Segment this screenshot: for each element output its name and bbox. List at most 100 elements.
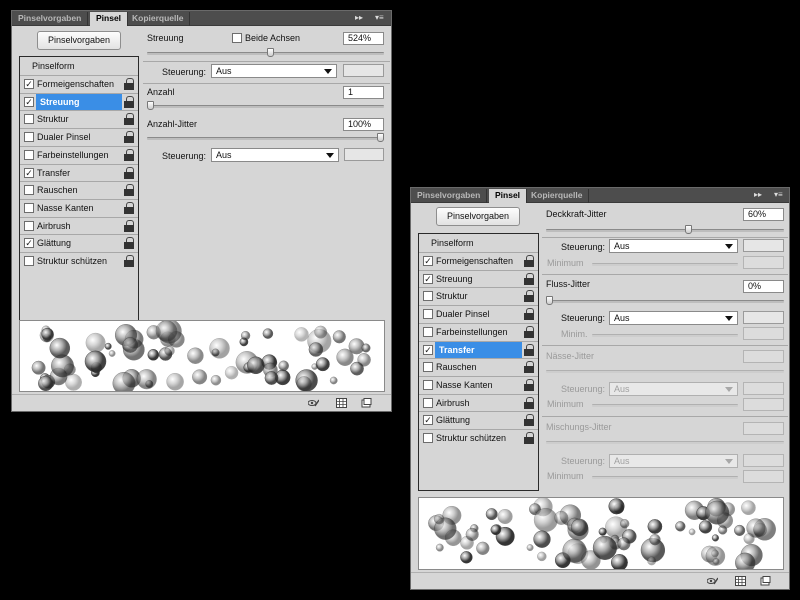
option-checkbox[interactable]: ✓ xyxy=(24,96,34,107)
option-checkbox[interactable] xyxy=(24,185,34,196)
option-checkbox[interactable]: ✓ xyxy=(423,344,433,355)
new-preset-icon[interactable] xyxy=(760,576,771,586)
lock-icon[interactable] xyxy=(524,414,534,427)
option-row-rauschen[interactable]: Rauschen xyxy=(20,181,138,198)
lock-icon[interactable] xyxy=(524,361,534,374)
option-row-struktur[interactable]: Struktur xyxy=(20,110,138,127)
fluss-jitter-slider-thumb[interactable] xyxy=(546,296,553,305)
option-row-nasse-kanten[interactable]: Nasse Kanten xyxy=(419,375,538,393)
option-checkbox[interactable] xyxy=(24,202,34,213)
option-checkbox[interactable]: ✓ xyxy=(423,273,433,284)
steuerung2-dropdown[interactable]: Aus xyxy=(211,148,339,162)
panel-menu-icon[interactable]: ▾≡ xyxy=(375,12,384,25)
option-row-farbeinstellungen[interactable]: Farbeinstellungen xyxy=(20,145,138,163)
fluss-jitter-slider[interactable] xyxy=(546,300,784,303)
option-checkbox[interactable] xyxy=(24,149,34,160)
streuung-value[interactable]: 524% xyxy=(343,32,384,45)
option-checkbox[interactable] xyxy=(423,309,433,320)
streuung-slider-thumb[interactable] xyxy=(266,48,274,57)
lock-icon[interactable] xyxy=(124,255,134,267)
double-arrow-icon[interactable]: ▸▸ xyxy=(355,12,363,25)
deckkraft-jitter-slider-thumb[interactable] xyxy=(684,225,692,234)
new-preset-icon[interactable] xyxy=(361,398,372,408)
lock-icon[interactable] xyxy=(524,396,534,409)
steuerung-dropdown[interactable]: Aus xyxy=(211,64,337,78)
grid-icon[interactable] xyxy=(735,576,746,586)
lock-icon[interactable] xyxy=(524,255,534,267)
option-row-glättung[interactable]: ✓ Glättung xyxy=(20,234,138,251)
tab-pinsel[interactable]: Pinsel xyxy=(489,189,528,203)
lock-icon[interactable] xyxy=(124,184,134,197)
option-row-dualer-pinsel[interactable]: Dualer Pinsel xyxy=(20,128,138,145)
anzahl-slider-thumb[interactable] xyxy=(147,101,154,110)
anzahl-jitter-slider[interactable] xyxy=(147,137,384,140)
lock-icon[interactable] xyxy=(524,272,534,285)
eye-brush-icon[interactable] xyxy=(707,576,718,586)
lock-icon[interactable] xyxy=(524,290,534,303)
lock-icon[interactable] xyxy=(124,166,134,179)
tab-pinselvorgaben[interactable]: Pinselvorgaben xyxy=(12,12,89,26)
lock-icon[interactable] xyxy=(524,432,534,444)
lock-icon[interactable] xyxy=(124,237,134,250)
anzahl-jitter-slider-thumb[interactable] xyxy=(377,133,384,142)
option-row-streuung[interactable]: ✓ Streuung xyxy=(419,269,538,287)
option-row-formeigenschaften[interactable]: ✓ Formeigenschaften xyxy=(20,75,138,92)
option-checkbox[interactable]: ✓ xyxy=(423,256,433,266)
tab-pinselvorgaben[interactable]: Pinselvorgaben xyxy=(411,189,488,203)
option-row-nasse-kanten[interactable]: Nasse Kanten xyxy=(20,198,138,216)
tab-kopierquelle[interactable]: Kopierquelle xyxy=(525,189,590,203)
option-row-airbrush[interactable]: Airbrush xyxy=(20,216,138,234)
presets-button[interactable]: Pinselvorgaben xyxy=(436,207,520,226)
option-checkbox[interactable] xyxy=(423,379,433,390)
lock-icon[interactable] xyxy=(524,325,534,338)
panel-menu-icon[interactable]: ▾≡ xyxy=(774,189,783,202)
lock-icon[interactable] xyxy=(524,378,534,391)
lock-icon[interactable] xyxy=(124,131,134,144)
lock-icon[interactable] xyxy=(124,201,134,214)
anzahl-slider[interactable] xyxy=(147,105,384,108)
lock-icon[interactable] xyxy=(124,113,134,126)
option-checkbox[interactable]: ✓ xyxy=(24,79,34,89)
option-checkbox[interactable] xyxy=(24,114,34,125)
option-checkbox[interactable] xyxy=(423,326,433,337)
option-row-struktur-schützen[interactable]: Struktur schützen xyxy=(20,252,138,269)
option-checkbox[interactable]: ✓ xyxy=(423,415,433,426)
option-row-rauschen[interactable]: Rauschen xyxy=(419,358,538,375)
option-row-streuung[interactable]: ✓ Streuung xyxy=(20,92,138,110)
option-checkbox[interactable]: ✓ xyxy=(24,238,34,249)
lock-icon[interactable] xyxy=(524,308,534,321)
beide-achsen-box[interactable] xyxy=(232,33,242,43)
double-arrow-icon[interactable]: ▸▸ xyxy=(754,189,762,202)
steuerung2-dropdown[interactable]: Aus xyxy=(609,311,738,325)
deckkraft-jitter-slider[interactable] xyxy=(546,229,784,232)
anzahl-jitter-value[interactable]: 100% xyxy=(343,118,384,131)
option-checkbox[interactable] xyxy=(423,433,433,443)
lock-icon[interactable] xyxy=(124,148,134,161)
presets-button[interactable]: Pinselvorgaben xyxy=(37,31,121,50)
option-checkbox[interactable] xyxy=(423,362,433,373)
grid-icon[interactable] xyxy=(336,398,347,408)
option-row-struktur-schützen[interactable]: Struktur schützen xyxy=(419,429,538,446)
option-row-glättung[interactable]: ✓ Glättung xyxy=(419,411,538,428)
option-checkbox[interactable] xyxy=(24,256,34,266)
tab-kopierquelle[interactable]: Kopierquelle xyxy=(126,12,191,26)
option-checkbox[interactable] xyxy=(24,220,34,231)
option-row-airbrush[interactable]: Airbrush xyxy=(419,393,538,411)
option-row-farbeinstellungen[interactable]: Farbeinstellungen xyxy=(419,322,538,340)
option-row-formeigenschaften[interactable]: ✓ Formeigenschaften xyxy=(419,252,538,269)
anzahl-value[interactable]: 1 xyxy=(343,86,384,99)
tab-pinsel[interactable]: Pinsel xyxy=(90,12,129,26)
lock-icon[interactable] xyxy=(124,95,134,108)
option-checkbox[interactable] xyxy=(24,132,34,143)
option-row-transfer[interactable]: ✓ Transfer xyxy=(419,340,538,358)
option-row-struktur[interactable]: Struktur xyxy=(419,287,538,304)
option-checkbox[interactable] xyxy=(423,397,433,408)
steuerung-dropdown[interactable]: Aus xyxy=(609,239,738,253)
option-row-dualer-pinsel[interactable]: Dualer Pinsel xyxy=(419,305,538,322)
lock-icon[interactable] xyxy=(524,343,534,356)
option-checkbox[interactable] xyxy=(423,291,433,302)
lock-icon[interactable] xyxy=(124,78,134,90)
eye-brush-icon[interactable] xyxy=(308,398,319,408)
option-row-transfer[interactable]: ✓ Transfer xyxy=(20,163,138,181)
lock-icon[interactable] xyxy=(124,219,134,232)
